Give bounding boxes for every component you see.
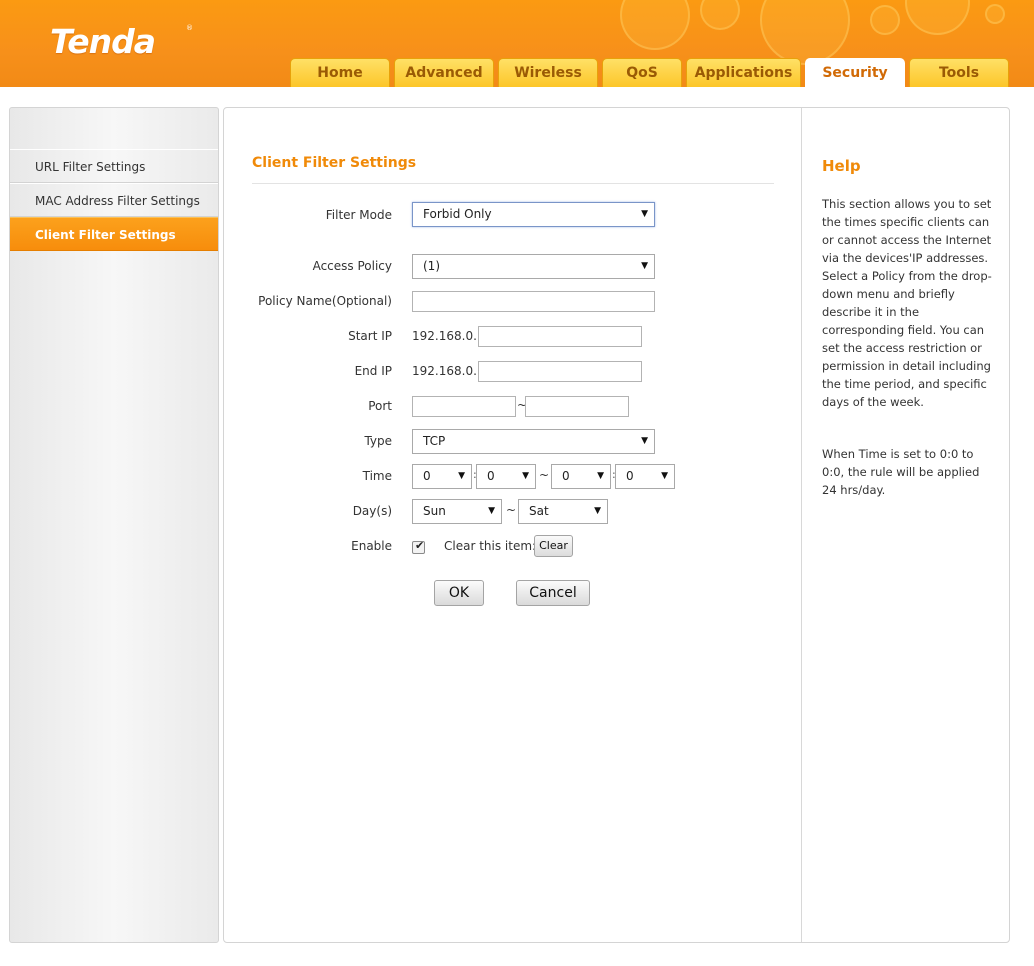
days-from-value: Sun [423,504,446,518]
tab-home[interactable]: Home [290,58,390,87]
clear-item-label: Clear this item: [444,539,537,553]
time-label: Time [362,469,392,483]
port-from-input[interactable] [412,396,516,417]
time-start-min-select[interactable]: 0 ▼ [476,464,536,489]
help-paragraph-1: This section allows you to set the times… [822,197,992,409]
sidebar-item-mac-filter[interactable]: MAC Address Filter Settings [10,183,218,217]
start-ip-prefix: 192.168.0. [412,329,477,343]
days-to-select[interactable]: Sat ▼ [518,499,608,524]
decor-bubble [870,5,900,35]
port-label: Port [368,399,392,413]
chevron-down-icon: ▼ [594,506,601,516]
access-policy-label: Access Policy [312,259,392,273]
days-from-select[interactable]: Sun ▼ [412,499,502,524]
policy-name-input[interactable] [412,291,655,312]
tab-qos[interactable]: QoS [602,58,682,87]
cancel-button[interactable]: Cancel [516,580,590,606]
main-nav-tabs: Home Advanced Wireless QoS Applications … [0,58,1034,87]
chevron-down-icon: ▼ [522,471,529,481]
help-title: Help [822,157,861,175]
policy-name-label: Policy Name(Optional) [258,294,392,308]
tab-applications[interactable]: Applications [686,58,801,87]
days-to-value: Sat [529,504,549,518]
header-bar: Tenda ® Home Advanced Wireless QoS Appli… [0,0,1034,87]
chevron-down-icon: ▼ [458,471,465,481]
chevron-down-icon: ▼ [661,471,668,481]
filter-mode-label: Filter Mode [325,208,392,222]
tab-advanced[interactable]: Advanced [394,58,494,87]
panel-divider [801,108,802,942]
logo-text: Tenda [50,22,156,61]
time-end-min-value: 0 [626,469,634,483]
chevron-down-icon: ▼ [641,209,648,219]
decor-bubble [905,0,970,35]
page-title: Client Filter Settings [252,155,417,171]
decor-bubble [620,0,690,50]
content-panel: Client Filter Settings Filter Mode Forbi… [223,107,1010,943]
enable-checkbox[interactable]: ✔ [412,539,425,554]
tab-security[interactable]: Security [805,58,905,87]
filter-mode-value: Forbid Only [423,207,492,221]
end-ip-label: End IP [354,364,392,378]
time-end-hour-select[interactable]: 0 ▼ [551,464,611,489]
time-end-min-select[interactable]: 0 ▼ [615,464,675,489]
time-end-hour-value: 0 [562,469,570,483]
tab-wireless[interactable]: Wireless [498,58,598,87]
check-icon: ✔ [415,539,425,552]
enable-label: Enable [351,539,392,553]
sidebar-item-client-filter[interactable]: Client Filter Settings [10,217,218,251]
days-label: Day(s) [352,504,392,518]
chevron-down-icon: ▼ [488,506,495,516]
start-ip-label: Start IP [348,329,392,343]
access-policy-select[interactable]: (1) ▼ [412,254,655,279]
type-value: TCP [423,434,446,448]
access-policy-value: (1) [423,259,440,273]
clear-button[interactable]: Clear [534,535,573,557]
time-start-hour-value: 0 [423,469,431,483]
tab-tools[interactable]: Tools [909,58,1009,87]
sidebar-item-url-filter[interactable]: URL Filter Settings [10,149,218,183]
chevron-down-icon: ▼ [641,261,648,271]
type-select[interactable]: TCP ▼ [412,429,655,454]
type-label: Type [364,434,392,448]
filter-mode-select[interactable]: Forbid Only ▼ [412,202,655,227]
decor-bubble [985,4,1005,24]
time-start-min-value: 0 [487,469,495,483]
chevron-down-icon: ▼ [641,436,648,446]
decor-bubble [700,0,740,30]
ok-button[interactable]: OK [434,580,484,606]
decor-bubble [760,0,850,65]
sidebar: URL Filter Settings MAC Address Filter S… [9,107,219,943]
start-ip-input[interactable] [478,326,642,347]
time-separator: ~ [539,468,550,482]
chevron-down-icon: ▼ [597,471,604,481]
end-ip-input[interactable] [478,361,642,382]
end-ip-prefix: 192.168.0. [412,364,477,378]
tenda-logo[interactable]: Tenda ® [46,22,196,61]
help-paragraph-2: When Time is set to 0:0 to 0:0, the rule… [822,447,980,497]
days-separator: ~ [506,503,517,517]
time-start-hour-select[interactable]: 0 ▼ [412,464,472,489]
title-divider [252,183,774,184]
port-to-input[interactable] [525,396,629,417]
logo-registered-mark: ® [186,24,193,32]
